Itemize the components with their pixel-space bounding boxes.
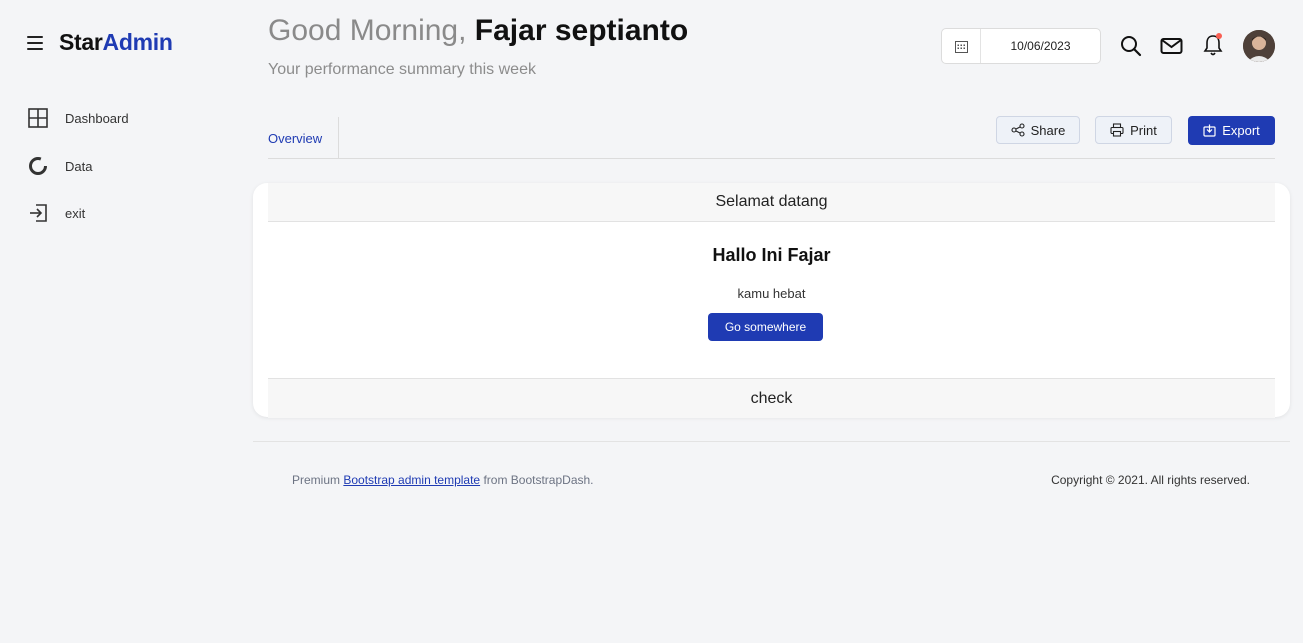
- page-subtitle: Your performance summary this week: [268, 61, 536, 78]
- notification-dot: [1216, 33, 1222, 39]
- footer-copyright: Copyright © 2021. All rights reserved.: [1051, 473, 1250, 487]
- date-picker[interactable]: 10/06/2023: [941, 28, 1101, 64]
- footer-divider: [253, 441, 1290, 442]
- welcome-card: Selamat datang Hallo Ini Fajar kamu heba…: [253, 183, 1290, 418]
- tab-overview[interactable]: Overview: [268, 131, 322, 146]
- card-footer: check: [268, 378, 1275, 418]
- card-text: kamu hebat: [737, 286, 806, 301]
- footer-suffix: from BootstrapDash.: [483, 473, 594, 487]
- print-icon: [1110, 123, 1124, 137]
- sidebar-item-label: exit: [65, 205, 86, 221]
- user-name: Fajar septianto: [474, 14, 689, 47]
- export-label: Export: [1222, 123, 1260, 138]
- greeting-text: Good Morning,: [268, 14, 467, 47]
- brand-logo[interactable]: StarAdmin: [59, 29, 173, 56]
- print-label: Print: [1130, 122, 1157, 138]
- sidebar-item-label: Data: [65, 158, 93, 174]
- share-icon: [1011, 123, 1025, 137]
- menu-toggle-icon[interactable]: [27, 36, 43, 50]
- export-icon: [1203, 124, 1216, 137]
- sidebar-item-data[interactable]: Data: [27, 154, 92, 178]
- donut-chart-icon: [27, 155, 49, 177]
- logout-icon: [27, 202, 49, 224]
- card-title: Hallo Ini Fajar: [712, 245, 831, 265]
- print-button[interactable]: Print: [1095, 116, 1172, 144]
- grid-icon: [27, 107, 49, 129]
- brand-part1: Star: [59, 29, 103, 55]
- tab-underline: [268, 158, 1275, 159]
- greeting-title: Good Morning, Fajar septianto: [268, 14, 688, 48]
- export-button[interactable]: Export: [1188, 116, 1275, 145]
- mail-icon[interactable]: [1160, 35, 1183, 57]
- card-header: Selamat datang: [268, 183, 1275, 222]
- share-label: Share: [1030, 122, 1066, 138]
- footer-credit: Premium Bootstrap admin template from Bo…: [292, 473, 594, 487]
- sidebar-item-exit[interactable]: exit: [27, 201, 85, 225]
- sidebar-item-label: Dashboard: [65, 110, 129, 126]
- share-button[interactable]: Share: [996, 116, 1080, 144]
- avatar[interactable]: [1243, 30, 1275, 62]
- footer-prefix: Premium: [292, 473, 341, 487]
- brand-part2: Admin: [102, 29, 173, 55]
- bootstrap-template-link[interactable]: Bootstrap admin template: [343, 473, 480, 487]
- date-input[interactable]: 10/06/2023: [981, 39, 1100, 53]
- go-somewhere-button[interactable]: Go somewhere: [708, 313, 823, 341]
- calendar-icon[interactable]: [942, 29, 981, 63]
- search-icon[interactable]: [1120, 35, 1142, 57]
- sidebar: StarAdmin Dashboard Data exit: [0, 0, 240, 643]
- sidebar-item-dashboard[interactable]: Dashboard: [27, 106, 129, 130]
- tab-divider: [338, 117, 339, 158]
- bell-icon[interactable]: [1202, 33, 1224, 56]
